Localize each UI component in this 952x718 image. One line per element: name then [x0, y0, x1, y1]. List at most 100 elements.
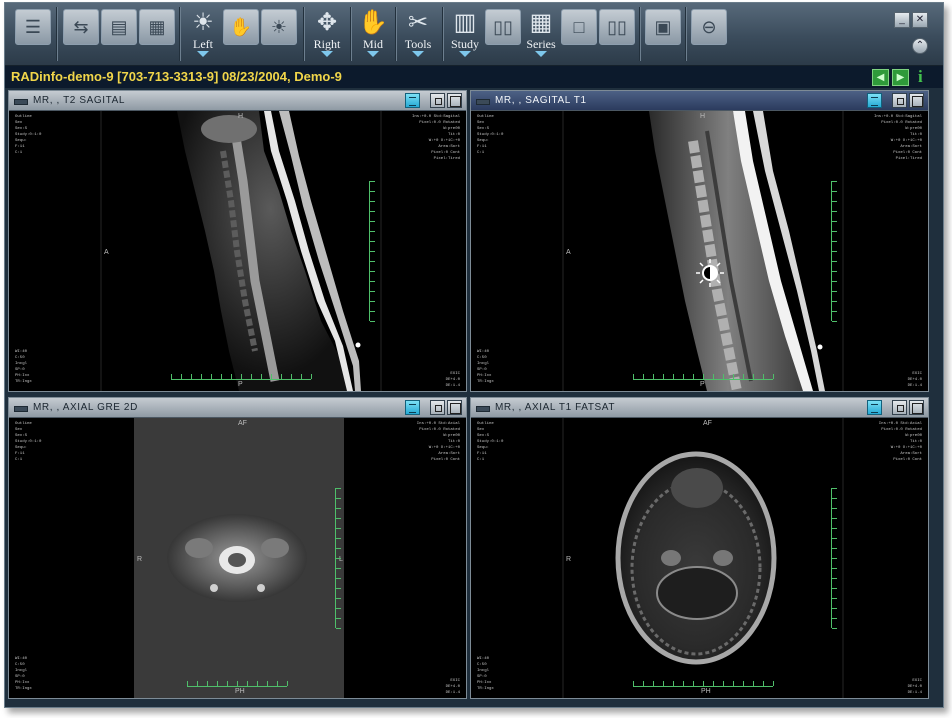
image-area[interactable]: Outline Sex Sex:S Study:0:1:0 Sequ: F:11… [471, 111, 928, 391]
restore-viewport-button[interactable] [430, 93, 445, 108]
ruler-tick [653, 681, 654, 686]
ruler-tick [231, 374, 232, 379]
chevron-down-icon[interactable] [459, 51, 471, 57]
ruler-tick [336, 548, 341, 549]
viewport-axial-gre-2d[interactable]: MR, , AXIAL GRE 2D Outline Sex Sex:S Stu… [8, 397, 467, 699]
series-info-overlay: Ins:+0.0 Std:Axial Pixel:0.0 Rotated W:p… [878, 422, 922, 462]
tools-button[interactable]: ✂ Tools [400, 9, 436, 59]
viewport-menu-button[interactable] [14, 99, 28, 105]
vertical-scale-ruler [335, 488, 342, 629]
main-toolbar: ☰ ⇆ ▤ ▦ ☀ Left ✋ ☀ ✥ Right ✋ Mid ✂ Tools… [5, 3, 943, 66]
restore-viewport-button[interactable] [892, 93, 907, 108]
patient-info-overlay: Outline Sex Sex:S Study:0:1:0 Sequ: F:11… [477, 422, 504, 462]
ruler-tick [832, 558, 837, 559]
stop-button[interactable]: ⊖ [691, 9, 727, 59]
ruler-tick [832, 321, 837, 322]
right-button[interactable]: ✥ Right [309, 9, 345, 59]
pan-button[interactable]: ✋ [223, 9, 259, 59]
ruler-tick [336, 598, 341, 599]
series-button[interactable]: ▦ Series [523, 9, 559, 59]
sync-button[interactable]: ⇆ [63, 9, 99, 59]
ruler-tick [653, 374, 654, 379]
study-button[interactable]: ▥ Study [447, 9, 483, 59]
layout-button[interactable]: ▦ [139, 9, 175, 59]
ruler-tick [713, 681, 714, 686]
image-area[interactable]: Outline Sex Sex:S Study:0:1:0 Sequ: F:11… [471, 418, 928, 698]
info-icon[interactable]: i [918, 67, 923, 87]
dual-series-button[interactable]: ▯▯ [599, 9, 635, 59]
viewport-header: MR, , AXIAL GRE 2D [9, 398, 466, 418]
report-button[interactable]: ☰ [15, 9, 51, 59]
series-list-button[interactable] [405, 400, 420, 415]
image-area[interactable]: Outline Sex Sex:S Study:0:1:0 Sequ: F:11… [9, 418, 466, 698]
left-button[interactable]: ☀ Left [185, 9, 221, 59]
ruler-tick [832, 568, 837, 569]
ruler-tick [301, 374, 302, 379]
toolbar-separator [395, 7, 397, 61]
chevron-down-icon[interactable] [412, 51, 424, 57]
patient-info-overlay: Outline Sex Sex:S Study:0:1:0 Sequ: F:11… [15, 422, 42, 462]
viewport-t2-sagital[interactable]: MR, , T2 SAGITAL Outline Sex Sex:S Study… [8, 90, 467, 392]
ruler-tick [207, 681, 208, 686]
series-list-button[interactable] [867, 93, 882, 108]
viewport-sagital-t1[interactable]: MR, , SAGITAL T1 Outline Sex Sex:S Study… [470, 90, 929, 392]
restore-viewport-button[interactable] [892, 400, 907, 415]
maximize-viewport-button[interactable] [447, 400, 462, 415]
close-button[interactable]: ✕ [912, 12, 928, 28]
next-study-button[interactable]: ▶ [892, 69, 909, 86]
study-button-label: Study [450, 37, 479, 51]
chevron-down-icon[interactable] [367, 51, 379, 57]
two-study-button[interactable]: ▯▯ [485, 9, 521, 59]
orientation-left: R [137, 556, 143, 563]
image-area[interactable]: Outline Sex Sex:S Study:0:1:0 Sequ: F:11… [9, 111, 466, 391]
window-level-button[interactable]: ☀ [261, 9, 297, 59]
viewport-title: MR, , AXIAL GRE 2D [33, 402, 138, 413]
study-icon: ▥ [453, 9, 477, 36]
ruler-tick [370, 201, 375, 202]
help-button[interactable]: ⌃ [912, 38, 928, 54]
minimize-button[interactable]: _ [894, 12, 910, 28]
viewport-menu-button[interactable] [14, 406, 28, 412]
mid-button[interactable]: ✋ Mid [355, 9, 391, 59]
axial-t1-image [562, 418, 844, 698]
ruler-tick [832, 311, 837, 312]
chevron-down-icon[interactable] [321, 51, 333, 57]
viewport-axial-t1-fatsat[interactable]: MR, , AXIAL T1 FATSAT Outline Sex Sex:S … [470, 397, 929, 699]
ruler-tick [370, 251, 375, 252]
ruler-tick [336, 538, 341, 539]
ruler-tick [663, 681, 664, 686]
single-series-button[interactable]: □ [561, 9, 597, 59]
ruler-tick [733, 681, 734, 686]
viewport-menu-button[interactable] [476, 99, 490, 105]
ruler-tick [753, 681, 754, 686]
viewport-menu-button[interactable] [476, 406, 490, 412]
toolbar-separator [350, 7, 352, 61]
ruler-tick [633, 681, 634, 686]
save-button[interactable]: ▤ [101, 9, 137, 59]
ruler-tick [763, 374, 764, 379]
chevron-down-icon[interactable] [535, 51, 547, 57]
ruler-tick [336, 518, 341, 519]
vertical-scale-ruler [831, 488, 838, 629]
maximize-viewport-button[interactable] [909, 400, 924, 415]
ruler-tick [336, 588, 341, 589]
maximize-viewport-button[interactable] [909, 93, 924, 108]
image-button[interactable]: ▣ [645, 9, 681, 59]
series-list-button[interactable] [405, 93, 420, 108]
ruler-tick [633, 374, 634, 379]
ruler-tick [832, 231, 837, 232]
ruler-tick [311, 374, 312, 379]
ruler-tick [703, 374, 704, 379]
toolbar-separator [179, 7, 181, 61]
ruler-tick [211, 374, 212, 379]
maximize-viewport-button[interactable] [447, 93, 462, 108]
previous-study-button[interactable]: ◀ [872, 69, 889, 86]
restore-viewport-button[interactable] [430, 400, 445, 415]
ruler-tick [241, 374, 242, 379]
ruler-tick [267, 681, 268, 686]
ruler-tick [832, 588, 837, 589]
chevron-down-icon[interactable] [197, 51, 209, 57]
series-list-button[interactable] [867, 400, 882, 415]
ruler-tick [287, 681, 288, 686]
ruler-tick [370, 291, 375, 292]
